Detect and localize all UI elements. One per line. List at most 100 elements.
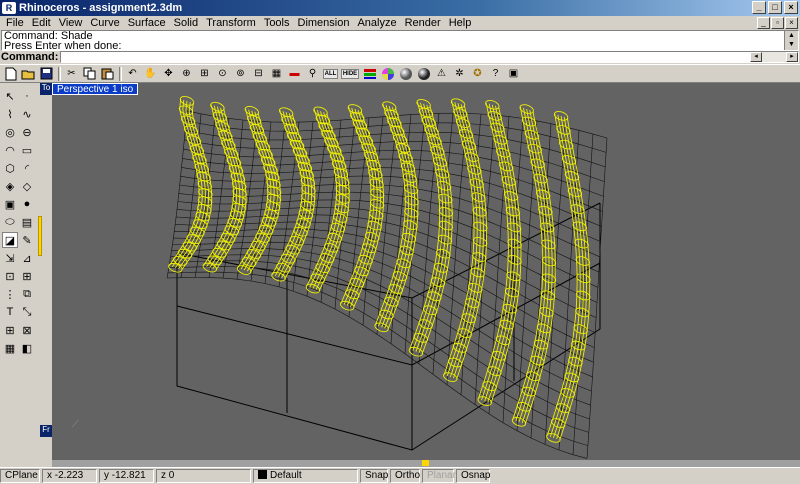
osnap-toggle[interactable]: Osnap: [456, 469, 490, 483]
hide-button[interactable]: HIDE: [340, 66, 360, 82]
command-hscroll[interactable]: ◂ ▸: [750, 52, 798, 62]
scroll-right-icon[interactable]: ▸: [786, 52, 798, 62]
layer-name: Default: [270, 470, 302, 481]
menu-dimension[interactable]: Dimension: [294, 17, 354, 29]
surface-edge-icon[interactable]: ◇: [19, 178, 35, 194]
menu-edit[interactable]: Edit: [28, 17, 55, 29]
save-icon[interactable]: [38, 66, 55, 82]
color-wheel-icon[interactable]: [379, 66, 396, 82]
maximize-button[interactable]: □: [768, 1, 782, 14]
command-input[interactable]: ◂ ▸: [60, 51, 799, 63]
settings-icon[interactable]: ✲: [451, 66, 468, 82]
select-arrow-icon[interactable]: ↖: [2, 88, 18, 104]
surface-icon[interactable]: ◈: [2, 178, 18, 194]
array-icon[interactable]: ⋮: [2, 286, 18, 302]
freeform-icon[interactable]: ◜: [19, 160, 35, 176]
circle-icon[interactable]: ◎: [2, 124, 18, 140]
menu-help[interactable]: Help: [445, 17, 476, 29]
command-history: Command: Shade Press Enter when done: ▲ ▼: [1, 30, 799, 52]
viewport-title[interactable]: Perspective 1 iso: [52, 83, 139, 95]
show-all-button[interactable]: ALL: [322, 66, 339, 82]
menu-view[interactable]: View: [55, 17, 87, 29]
grid-tool-icon[interactable]: ⊞: [2, 322, 18, 338]
menu-tools[interactable]: Tools: [260, 17, 294, 29]
join-icon[interactable]: ⊿: [19, 250, 35, 266]
copy-tool-icon[interactable]: ⧉: [19, 286, 35, 302]
zoom-icon[interactable]: ⊕: [178, 66, 195, 82]
text-icon[interactable]: T: [2, 304, 18, 320]
copy-icon[interactable]: [81, 66, 98, 82]
explode-icon[interactable]: ⊡: [2, 268, 18, 284]
paste-icon[interactable]: [99, 66, 116, 82]
menu-transform[interactable]: Transform: [202, 17, 260, 29]
planar-toggle[interactable]: Planar: [422, 469, 456, 483]
light-icon[interactable]: ⚠: [433, 66, 450, 82]
curve-icon[interactable]: ∿: [19, 106, 35, 122]
model-wireframe: [166, 96, 608, 459]
main-tool-palette: ↖ · ⌇ ∿ ◎ ⊖ ◠ ▭ ⬡ ◜ ◈ ◇ ▣ ● ⬭ ▤ ◪ ✎ ⇲ ⊿ …: [0, 86, 42, 466]
arc-icon[interactable]: ◠: [2, 142, 18, 158]
trim-icon[interactable]: ✎: [19, 232, 35, 248]
mdi-restore-button[interactable]: ▫: [771, 17, 784, 29]
render-tool-icon[interactable]: ◧: [19, 340, 35, 356]
command-history-scrollbar[interactable]: ▲ ▼: [784, 31, 798, 50]
shade-sphere-icon[interactable]: [397, 66, 414, 82]
front-viewport-tab[interactable]: Fr: [40, 425, 52, 437]
transform-icon[interactable]: ⤡: [19, 304, 35, 320]
menu-solid[interactable]: Solid: [170, 17, 202, 29]
palette-grip[interactable]: [38, 216, 42, 256]
close-button[interactable]: ×: [784, 1, 798, 14]
scroll-left-icon[interactable]: ◂: [750, 52, 762, 62]
standard-toolbar: ✂ ↶ ✋ ✥ ⊕ ⊞ ⊙ ⊚ ⊟ ▦ ▬ ⚲ ALL HIDE ⚠ ✲ ✪ ?…: [0, 64, 800, 83]
mdi-close-button[interactable]: ×: [785, 17, 798, 29]
current-layer[interactable]: Default: [253, 469, 358, 483]
ellipse-icon[interactable]: ⊖: [19, 124, 35, 140]
minimize-button[interactable]: _: [752, 1, 766, 14]
layout-icon[interactable]: ▦: [2, 340, 18, 356]
dimension-icon[interactable]: ◪: [2, 232, 18, 248]
top-viewport-tab[interactable]: To: [40, 83, 52, 95]
perspective-viewport[interactable]: Perspective 1 iso ⟋: [52, 83, 800, 463]
mdi-minimize-button[interactable]: _: [757, 17, 770, 29]
document-properties-icon[interactable]: ▣: [505, 66, 522, 82]
menu-analyze[interactable]: Analyze: [353, 17, 400, 29]
menu-file[interactable]: File: [2, 17, 28, 29]
zoom-selected-icon[interactable]: ⊚: [232, 66, 249, 82]
menu-curve[interactable]: Curve: [86, 17, 123, 29]
menu-render[interactable]: Render: [401, 17, 445, 29]
open-icon[interactable]: [20, 66, 37, 82]
ortho-toggle[interactable]: Ortho: [390, 469, 420, 483]
snap-toggle[interactable]: Snap: [360, 469, 388, 483]
cplane-label[interactable]: CPlane: [0, 469, 40, 483]
split-icon[interactable]: ⇲: [2, 250, 18, 266]
move-icon[interactable]: ⊞: [19, 268, 35, 284]
undo-icon[interactable]: ↶: [124, 66, 141, 82]
properties-icon[interactable]: ?: [487, 66, 504, 82]
pan-icon[interactable]: ✋: [142, 66, 159, 82]
cut-icon[interactable]: ✂: [63, 66, 80, 82]
box-icon[interactable]: ▣: [2, 196, 18, 212]
command-history-line: Press Enter when done:: [4, 40, 122, 52]
render-icon[interactable]: [415, 66, 432, 82]
rotate-view-icon[interactable]: ✥: [160, 66, 177, 82]
polygon-icon[interactable]: ⬡: [2, 160, 18, 176]
sphere-icon[interactable]: ●: [19, 196, 35, 212]
layer-icon[interactable]: [361, 66, 378, 82]
menu-bar: File Edit View Curve Surface Solid Trans…: [0, 16, 800, 30]
analyze-icon[interactable]: ⊠: [19, 322, 35, 338]
coord-x: x -2.223: [42, 469, 97, 483]
mesh-icon[interactable]: ▤: [19, 214, 35, 230]
new-icon[interactable]: [2, 66, 19, 82]
viewport-layout-icon[interactable]: ⊟: [250, 66, 267, 82]
car-icon[interactable]: ▬: [286, 66, 303, 82]
show-icon[interactable]: ⚲: [304, 66, 321, 82]
menu-surface[interactable]: Surface: [124, 17, 170, 29]
rectangle-icon[interactable]: ▭: [19, 142, 35, 158]
zoom-extents-icon[interactable]: ⊙: [214, 66, 231, 82]
grid-icon[interactable]: ▦: [268, 66, 285, 82]
help-icon[interactable]: ✪: [469, 66, 486, 82]
cylinder-icon[interactable]: ⬭: [2, 214, 18, 230]
point-icon[interactable]: ·: [19, 88, 35, 104]
polyline-icon[interactable]: ⌇: [2, 106, 18, 122]
zoom-window-icon[interactable]: ⊞: [196, 66, 213, 82]
